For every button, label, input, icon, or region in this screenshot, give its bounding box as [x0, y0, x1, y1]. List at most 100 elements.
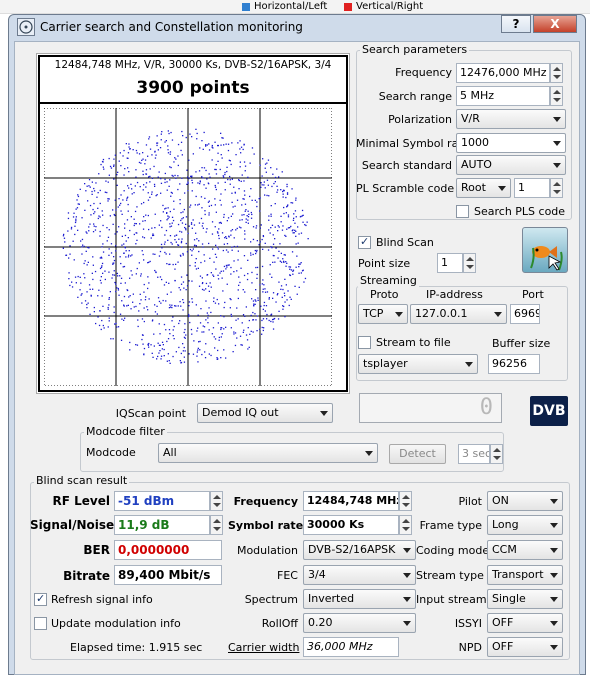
constellation-point: [208, 212, 210, 214]
constellation-point: [226, 283, 228, 285]
constellation-point: [250, 330, 252, 332]
detect-button[interactable]: Detect: [389, 444, 446, 464]
rf-level-spinner[interactable]: [210, 491, 223, 511]
carrier-width-label[interactable]: Carrier width: [228, 641, 299, 654]
coding-mode-select[interactable]: CCM: [487, 540, 563, 560]
issyi-select[interactable]: OFF: [487, 613, 563, 633]
constellation-point: [119, 313, 122, 315]
timeout-spinner[interactable]: [490, 444, 503, 464]
constellation-point: [256, 330, 258, 332]
frame-type-select[interactable]: Long: [487, 515, 563, 535]
constellation-point: [129, 229, 131, 232]
rolloff-select[interactable]: 0.20: [303, 613, 416, 633]
point-size-input[interactable]: 1: [437, 253, 463, 273]
stream-to-file-checkbox[interactable]: [358, 336, 371, 349]
constellation-point: [230, 163, 232, 166]
constellation-point: [266, 179, 269, 181]
constellation-point: [214, 253, 217, 255]
constellation-point: [220, 154, 222, 156]
search-pls-checkbox[interactable]: [456, 205, 469, 218]
constellation-point: [172, 263, 174, 266]
frequency-input[interactable]: 12476,000 MHz: [456, 63, 550, 83]
constellation-point: [109, 291, 111, 293]
symbol-rate-spinner[interactable]: [399, 515, 412, 535]
constellation-point: [193, 340, 195, 342]
constellation-point: [112, 262, 114, 264]
refresh-signal-label: Refresh signal info: [51, 593, 153, 606]
search-range-spinner[interactable]: [550, 86, 563, 106]
npd-select[interactable]: OFF: [487, 637, 563, 657]
modcode-select[interactable]: All: [158, 443, 378, 463]
constellation-point: [146, 306, 148, 308]
pl-scramble-mode-select[interactable]: Root: [456, 178, 511, 198]
blind-scan-checkbox[interactable]: [358, 235, 371, 249]
frequency-spinner[interactable]: [550, 63, 563, 83]
constellation-point: [113, 306, 115, 308]
constellation-point: [230, 298, 232, 301]
constellation-point: [81, 293, 83, 295]
update-modulation-checkbox[interactable]: [34, 617, 47, 630]
constellation-point: [232, 351, 234, 353]
constellation-point: [260, 224, 262, 226]
refresh-signal-checkbox[interactable]: [34, 592, 47, 606]
point-size-spinner[interactable]: [463, 253, 476, 273]
help-button[interactable]: ?: [501, 15, 531, 33]
constellation-point: [199, 349, 201, 351]
min-symbol-rate-select[interactable]: 1000: [456, 133, 566, 153]
buffer-size-input[interactable]: 96256: [488, 354, 540, 374]
constellation-point: [229, 160, 231, 162]
pl-scramble-label: PL Scramble code: [356, 182, 455, 195]
constellation-point: [198, 240, 200, 242]
polarization-select[interactable]: V/R: [456, 109, 566, 129]
timeout-input[interactable]: 3 sec: [458, 444, 490, 464]
constellation-point: [264, 167, 266, 169]
signal-noise-spinner[interactable]: [210, 515, 223, 535]
constellation-point: [250, 254, 252, 256]
constellation-point: [238, 284, 240, 286]
constellation-point: [190, 222, 193, 224]
constellation-point: [247, 176, 249, 178]
ip-address-select[interactable]: 127.0.0.1: [410, 304, 507, 324]
constellation-point: [227, 251, 229, 253]
modulation-select[interactable]: DVB-S2/16APSK: [303, 540, 416, 560]
constellation-point: [93, 187, 95, 190]
constellation-point: [288, 304, 290, 307]
pilot-select[interactable]: ON: [487, 491, 563, 511]
player-select[interactable]: tsplayer: [358, 354, 478, 374]
constellation-point: [113, 158, 115, 160]
input-stream-select[interactable]: Single: [487, 589, 563, 609]
constellation-points-count: 3900 points: [136, 78, 250, 98]
constellation-point: [164, 241, 166, 243]
fec-select[interactable]: 3/4: [303, 565, 416, 585]
constellation-point: [88, 247, 90, 249]
constellation-point: [92, 288, 94, 290]
result-frequency-value: 12484,748 MHz: [303, 491, 399, 511]
constellation-point: [77, 195, 80, 198]
result-frequency-spinner[interactable]: [399, 491, 412, 511]
constellation-point: [243, 190, 246, 192]
proto-select[interactable]: TCP: [358, 304, 408, 324]
search-range-input[interactable]: 5 MHz: [456, 86, 550, 106]
constellation-point: [177, 155, 179, 157]
stream-type-select[interactable]: Transport: [487, 565, 563, 585]
iqscan-select[interactable]: Demod IQ out: [197, 403, 333, 423]
constellation-point: [116, 231, 118, 233]
constellation-point: [143, 347, 146, 350]
constellation-point: [196, 238, 198, 240]
spectrum-select[interactable]: Inverted: [303, 589, 416, 609]
pl-scramble-spinner[interactable]: [550, 178, 563, 198]
constellation-point: [247, 273, 249, 275]
constellation-point: [262, 329, 264, 332]
constellation-point: [143, 320, 145, 323]
close-button[interactable]: X: [533, 15, 577, 33]
constellation-point: [264, 242, 266, 244]
fish-icon-button[interactable]: [522, 227, 568, 273]
port-input[interactable]: 6969: [510, 304, 540, 324]
pl-scramble-input[interactable]: 1: [514, 178, 550, 198]
constellation-point: [253, 303, 255, 305]
constellation-point: [217, 182, 219, 184]
search-standard-select[interactable]: AUTO: [456, 155, 566, 175]
constellation-point: [186, 183, 188, 185]
constellation-point: [222, 249, 224, 252]
constellation-point: [147, 309, 149, 311]
